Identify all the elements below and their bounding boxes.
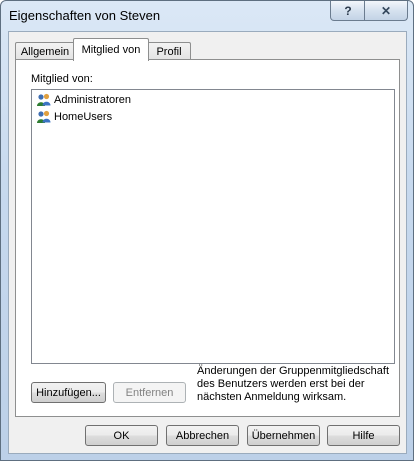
note-line: des Benutzers werden erst bei der	[197, 378, 365, 390]
cancel-button[interactable]: Abbrechen	[166, 425, 239, 446]
tab-member-of[interactable]: Mitglied von	[73, 38, 149, 61]
dialog-client-area: Allgemein Mitglied von Profil Mitglied v…	[8, 31, 407, 454]
list-item-label: HomeUsers	[54, 111, 113, 123]
add-button[interactable]: Hinzufügen...	[31, 382, 106, 403]
group-listbox[interactable]: Administratoren HomeUsers	[31, 89, 395, 364]
list-item[interactable]: Administratoren	[36, 92, 131, 108]
group-icon	[37, 93, 51, 106]
list-item-label: Administratoren	[54, 94, 132, 106]
properties-window: Eigenschaften von Steven ? ✕ Allgemein M…	[0, 0, 414, 461]
close-button[interactable]: ✕	[364, 1, 408, 21]
group-icon	[37, 110, 51, 123]
ok-button[interactable]: OK	[85, 425, 158, 446]
note-line: Änderungen der Gruppenmitgliedschaft	[197, 365, 390, 377]
window-title: Eigenschaften von Steven	[9, 8, 161, 23]
question-icon: ?	[344, 3, 352, 18]
remove-button[interactable]: Entfernen	[113, 382, 186, 403]
membership-note: Änderungen der Gruppenmitgliedschaft des…	[197, 365, 393, 404]
tab-profile[interactable]: Profil	[147, 42, 191, 60]
list-item[interactable]: HomeUsers	[36, 109, 112, 125]
note-line: nächsten Anmeldung wirksam.	[197, 391, 347, 403]
tab-general[interactable]: Allgemein	[15, 42, 75, 60]
help-button[interactable]: Hilfe	[327, 425, 400, 446]
member-of-label: Mitglied von:	[31, 73, 93, 85]
apply-button[interactable]: Übernehmen	[247, 425, 320, 446]
title-bar[interactable]: Eigenschaften von Steven ? ✕	[1, 1, 413, 31]
close-icon: ✕	[380, 3, 392, 18]
help-caption-button[interactable]: ?	[330, 1, 366, 21]
